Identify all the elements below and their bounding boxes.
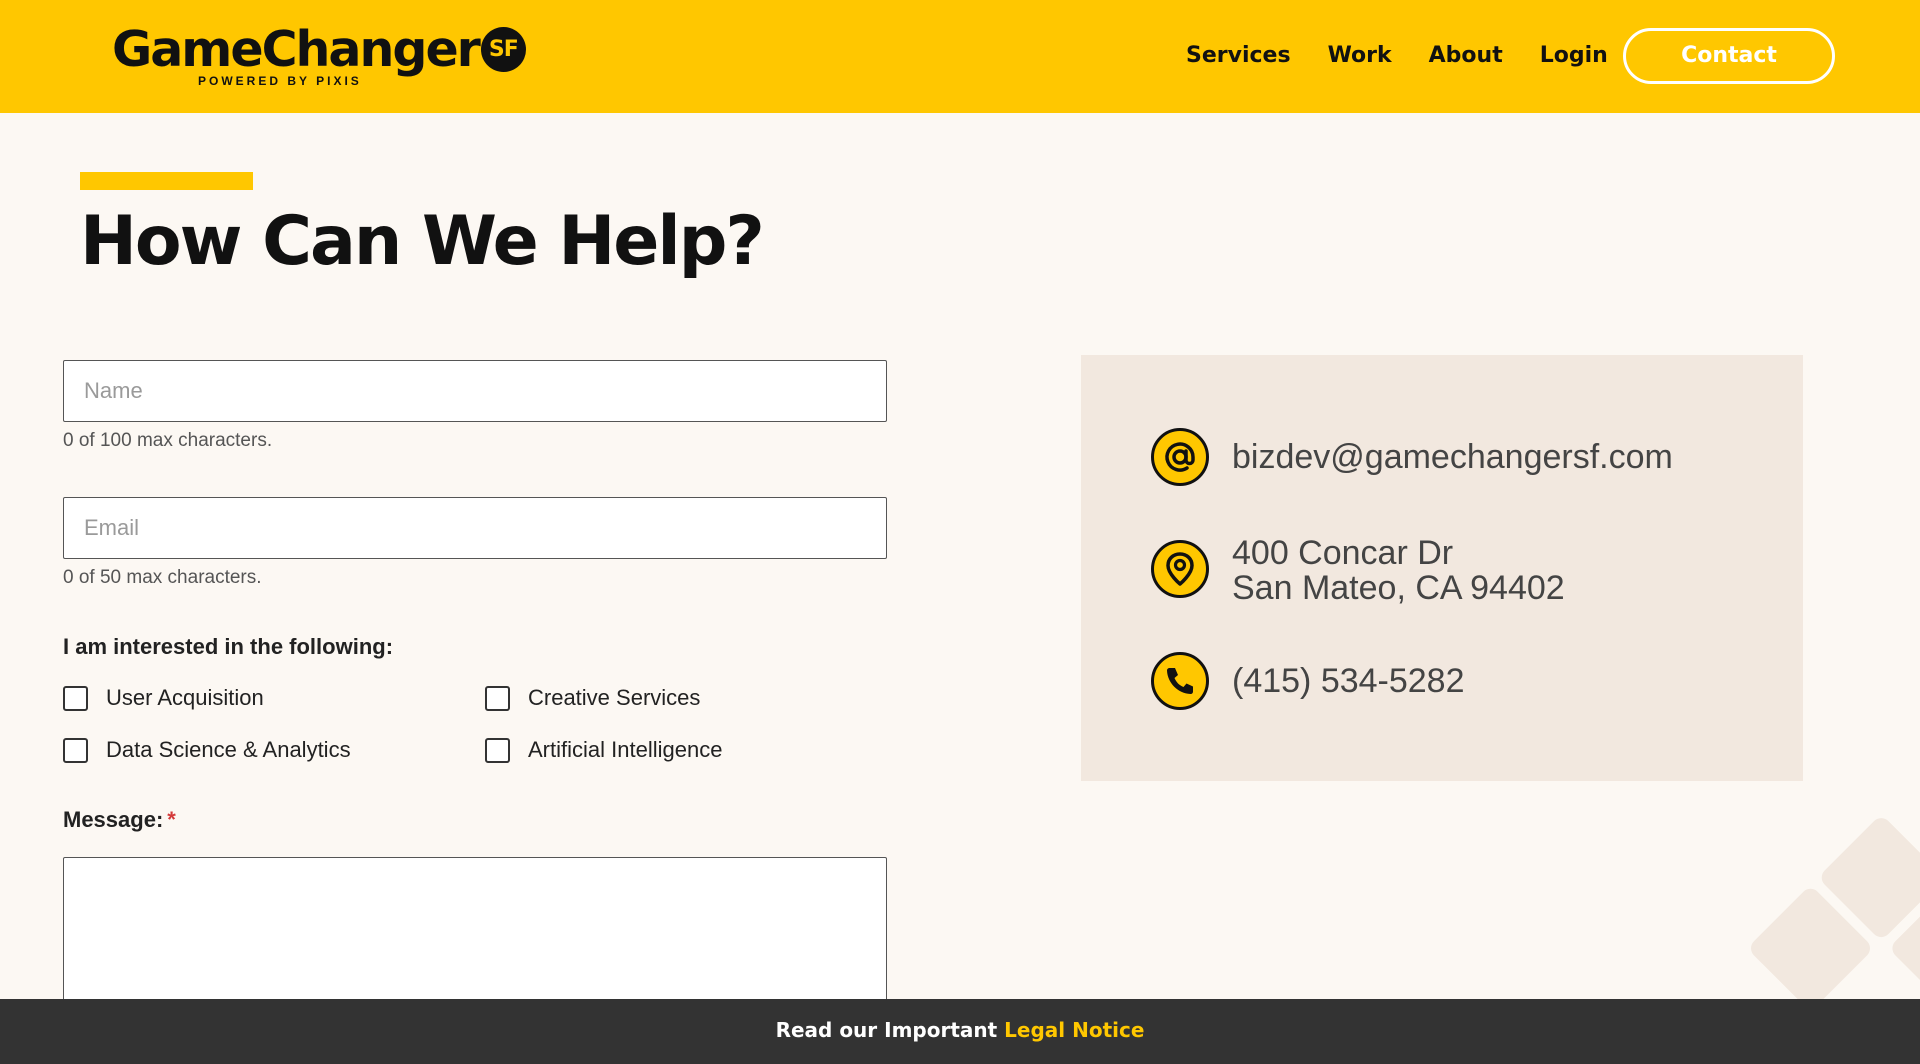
phone-icon xyxy=(1151,652,1209,710)
interest-data-science[interactable]: Data Science & Analytics xyxy=(63,735,351,765)
message-label-text: Message: xyxy=(63,807,164,832)
checkbox-data-science[interactable] xyxy=(63,737,88,763)
contact-address-line1: 400 Concar Dr xyxy=(1232,534,1454,572)
name-input[interactable] xyxy=(63,360,887,422)
nav-services[interactable]: Services xyxy=(1186,40,1291,72)
contact-email[interactable]: bizdev@gamechangersf.com xyxy=(1232,439,1673,475)
checkbox-user-acquisition[interactable] xyxy=(63,685,88,711)
site-header: GameChanger SF POWERED BY PIXIS Services … xyxy=(0,0,1920,113)
name-char-counter: 0 of 100 max characters. xyxy=(63,430,273,451)
legal-notice-bar: Read our Important Legal Notice xyxy=(0,999,1920,1064)
contact-info-card: bizdev@gamechangersf.com 400 Concar Dr S… xyxy=(1081,355,1803,781)
interest-creative-services[interactable]: Creative Services xyxy=(485,683,700,713)
logo-sf-badge: SF xyxy=(480,27,526,72)
email-input[interactable] xyxy=(63,497,887,559)
checkbox-label: Creative Services xyxy=(528,685,701,710)
checkbox-label: User Acquisition xyxy=(106,685,264,710)
email-char-counter: 0 of 50 max characters. xyxy=(63,567,262,588)
location-pin-icon xyxy=(1151,540,1209,598)
interest-user-acquisition[interactable]: User Acquisition xyxy=(63,683,264,713)
contact-phone[interactable]: (415) 534-5282 xyxy=(1232,663,1465,699)
message-label: Message: * xyxy=(63,806,176,834)
checkbox-label: Artificial Intelligence xyxy=(528,737,723,762)
legal-notice-link[interactable]: Legal Notice xyxy=(1004,1018,1144,1042)
interest-label: I am interested in the following: xyxy=(63,634,394,659)
decorative-shape xyxy=(1751,818,1920,1000)
nav-work[interactable]: Work xyxy=(1328,40,1392,72)
page-title: How Can We Help? xyxy=(80,202,765,281)
nav-about[interactable]: About xyxy=(1429,40,1503,72)
main-nav: Services Work About Login xyxy=(1186,40,1645,72)
checkbox-creative-services[interactable] xyxy=(485,685,510,711)
gamechanger-logo[interactable]: GameChanger SF POWERED BY PIXIS xyxy=(112,22,526,92)
legal-prefix: Read our Important xyxy=(775,1018,998,1042)
interest-artificial-intelligence[interactable]: Artificial Intelligence xyxy=(485,735,722,765)
nav-login[interactable]: Login xyxy=(1540,40,1608,72)
checkbox-artificial-intelligence[interactable] xyxy=(485,737,510,763)
contact-address-line2: San Mateo, CA 94402 xyxy=(1232,569,1565,607)
logo-tagline: POWERED BY PIXIS xyxy=(198,74,362,88)
checkbox-label: Data Science & Analytics xyxy=(106,737,351,762)
contact-button[interactable]: Contact xyxy=(1623,28,1835,84)
logo-wordmark: GameChanger xyxy=(112,21,481,78)
required-asterisk: * xyxy=(167,807,176,832)
title-accent-bar xyxy=(80,172,253,190)
at-icon xyxy=(1151,428,1209,486)
